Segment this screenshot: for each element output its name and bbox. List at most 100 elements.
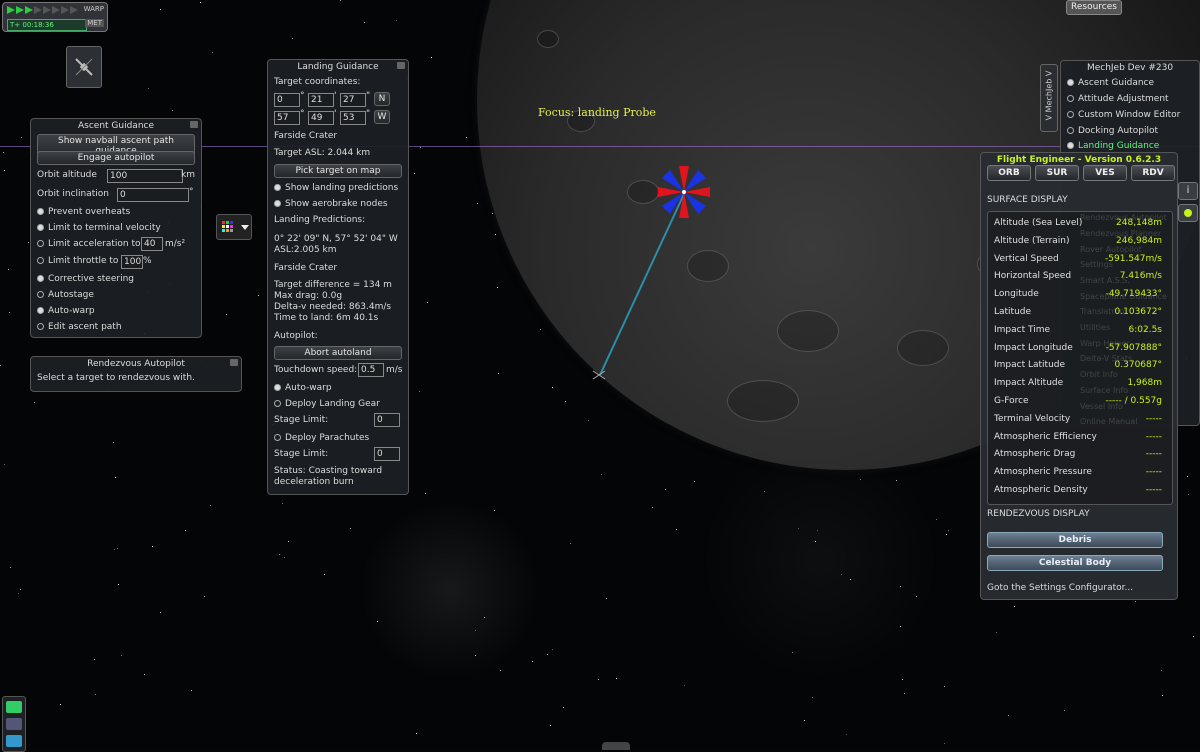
- landing-predictions-label: Landing Predictions:: [274, 215, 366, 225]
- met-label[interactable]: MET: [85, 19, 104, 27]
- lat-minutes-input[interactable]: 21: [308, 93, 334, 107]
- window-title[interactable]: Rendezvous Autopilot: [31, 357, 241, 371]
- fe-row-label: Altitude (Sea Level): [994, 218, 1083, 228]
- fe-row-value: 6:02.5s: [1128, 324, 1163, 335]
- flight-engineer-window: Flight Engineer - Version 0.6.2.3 ORB SU…: [980, 152, 1178, 600]
- mj-attitude-adjustment[interactable]: Attitude Adjustment: [1067, 94, 1169, 104]
- orbit-inclination-input[interactable]: 0: [117, 188, 189, 202]
- unit-label: %: [143, 256, 152, 266]
- limit-acceleration-toggle[interactable]: Limit acceleration to: [37, 239, 141, 249]
- mechjeb-tab[interactable]: V MechJeb V: [1040, 64, 1058, 132]
- fe-row-label: Atmospheric Density: [994, 485, 1088, 495]
- abort-autoland-button[interactable]: Abort autoland: [274, 346, 402, 360]
- fe-row-label: Latitude: [994, 307, 1032, 317]
- fe-row-value: -----: [1145, 413, 1162, 424]
- fe-row-label: Atmospheric Drag: [994, 449, 1076, 460]
- window-title[interactable]: Landing Guidance: [268, 60, 408, 74]
- terminal-velocity-toggle[interactable]: Limit to terminal velocity: [37, 223, 161, 233]
- mj-ascent-guidance[interactable]: Ascent Guidance: [1067, 78, 1154, 88]
- tab-rdv[interactable]: RDV: [1131, 165, 1175, 181]
- mj-ghost-item: Utilities: [1080, 323, 1111, 332]
- tab-orb[interactable]: ORB: [987, 165, 1031, 181]
- second-symbol: ": [366, 91, 371, 101]
- stage-icon[interactable]: [6, 701, 22, 713]
- touchdown-speed-label: Touchdown speed:: [274, 365, 358, 375]
- delta-v-needed: Delta-v needed: 863.4m/s: [274, 302, 392, 312]
- info-icon[interactable]: i: [1178, 182, 1198, 200]
- throttle-input[interactable]: 100: [121, 255, 143, 269]
- unit-label: °: [189, 187, 194, 197]
- autoland-autowarp-toggle[interactable]: Auto-warp: [274, 383, 332, 393]
- stage-limit-input[interactable]: 0: [374, 413, 400, 427]
- predicted-crater: Farside Crater: [274, 263, 338, 273]
- resources-button[interactable]: Resources: [1066, 0, 1122, 15]
- debris-button[interactable]: Debris: [987, 532, 1163, 548]
- lon-direction-button[interactable]: W: [374, 110, 390, 124]
- lat-degrees-input[interactable]: 0: [274, 93, 300, 107]
- stage-limit-input[interactable]: 0: [374, 447, 400, 461]
- show-predictions-toggle[interactable]: Show landing predictions: [274, 183, 398, 193]
- orbit-altitude-input[interactable]: 100: [107, 169, 183, 183]
- app-launcher: [2, 696, 26, 752]
- mj-ghost-item: Delta-V Stats: [1080, 354, 1133, 364]
- lat-direction-button[interactable]: N: [374, 92, 390, 106]
- close-icon[interactable]: [190, 121, 198, 128]
- fe-row-label: Terminal Velocity: [994, 413, 1071, 424]
- predicted-asl: ASL:2.005 km: [274, 245, 337, 255]
- palette-icon: [222, 221, 249, 232]
- fe-row-label: Impact Altitude: [994, 378, 1064, 389]
- touchdown-speed-input[interactable]: 0.5: [358, 363, 384, 377]
- close-icon[interactable]: [397, 62, 405, 69]
- mj-custom-window-editor[interactable]: Custom Window Editor: [1067, 110, 1180, 120]
- focus-label: Focus: landing Probe: [538, 106, 656, 119]
- tab-sur[interactable]: SUR: [1035, 165, 1079, 181]
- degree-symbol: °: [300, 91, 305, 101]
- celestial-body-button[interactable]: Celestial Body: [987, 555, 1163, 571]
- target-asl-label: Target ASL: 2.044 km: [274, 148, 371, 158]
- lon-minutes-input[interactable]: 49: [308, 111, 334, 125]
- mj-ghost-item: Online Manual: [1080, 417, 1138, 427]
- auto-warp-toggle[interactable]: Auto-warp: [37, 306, 95, 316]
- mission-time: T+ 00:18:36: [7, 19, 87, 31]
- settings-configurator-link[interactable]: Goto the Settings Configurator...: [987, 583, 1133, 593]
- time-warp-widget: WARP T+ 00:18:36 MET: [2, 2, 108, 32]
- mj-docking-autopilot[interactable]: Docking Autopilot: [1067, 126, 1158, 136]
- crew-icon[interactable]: [6, 718, 22, 730]
- landing-guidance-window: Landing Guidance Target coordinates: 0 °…: [267, 59, 409, 495]
- target-coordinates-label: Target coordinates:: [274, 77, 361, 87]
- deploy-gear-toggle[interactable]: Deploy Landing Gear: [274, 399, 380, 409]
- tab-ves[interactable]: VES: [1083, 165, 1127, 181]
- lat-seconds-input[interactable]: 27: [340, 93, 366, 107]
- engage-autopilot-button[interactable]: Engage autopilot: [37, 151, 195, 165]
- prevent-overheats-toggle[interactable]: Prevent overheats: [37, 207, 130, 217]
- fe-row-label: Altitude (Terrain): [994, 235, 1070, 246]
- map-view-button[interactable]: [66, 46, 102, 88]
- close-icon[interactable]: [230, 359, 238, 366]
- mj-ghost-item: Surface Info: [1080, 385, 1129, 395]
- toolbar-widget[interactable]: [216, 214, 252, 240]
- window-title[interactable]: Ascent Guidance: [31, 119, 201, 133]
- time-to-land: Time to land: 6m 40.1s: [274, 313, 379, 323]
- predicted-coordinates: 0° 22' 09" N, 57° 52' 04" W: [274, 234, 398, 244]
- deploy-parachutes-toggle[interactable]: Deploy Parachutes: [274, 433, 369, 443]
- warp-rate-indicator[interactable]: [7, 6, 79, 17]
- mechjeb-title: MechJeb Dev #230: [1086, 63, 1174, 73]
- fe-row-label: Impact Latitude: [994, 360, 1066, 371]
- show-aerobrake-toggle[interactable]: Show aerobrake nodes: [274, 199, 388, 209]
- fe-row-value: -----: [1145, 467, 1162, 478]
- mj-ghost-item: Settings: [1080, 260, 1113, 270]
- edit-ascent-path-toggle[interactable]: Edit ascent path: [37, 322, 122, 332]
- mj-landing-guidance[interactable]: Landing Guidance: [1067, 141, 1159, 151]
- autostage-toggle[interactable]: Autostage: [37, 290, 94, 300]
- camera-icon[interactable]: [6, 735, 22, 747]
- acceleration-input[interactable]: 40: [141, 237, 163, 251]
- limit-throttle-toggle[interactable]: Limit throttle to: [37, 256, 118, 266]
- lon-seconds-input[interactable]: 53: [340, 111, 366, 125]
- lon-degrees-input[interactable]: 57: [274, 111, 300, 125]
- fe-row-label: G-Force: [994, 396, 1029, 406]
- pick-target-button[interactable]: Pick target on map: [274, 164, 402, 178]
- navball-toggle-handle[interactable]: [602, 742, 630, 750]
- corrective-steering-toggle[interactable]: Corrective steering: [37, 274, 134, 284]
- degree-symbol: °: [300, 109, 305, 119]
- engineer-icon[interactable]: [1178, 204, 1198, 222]
